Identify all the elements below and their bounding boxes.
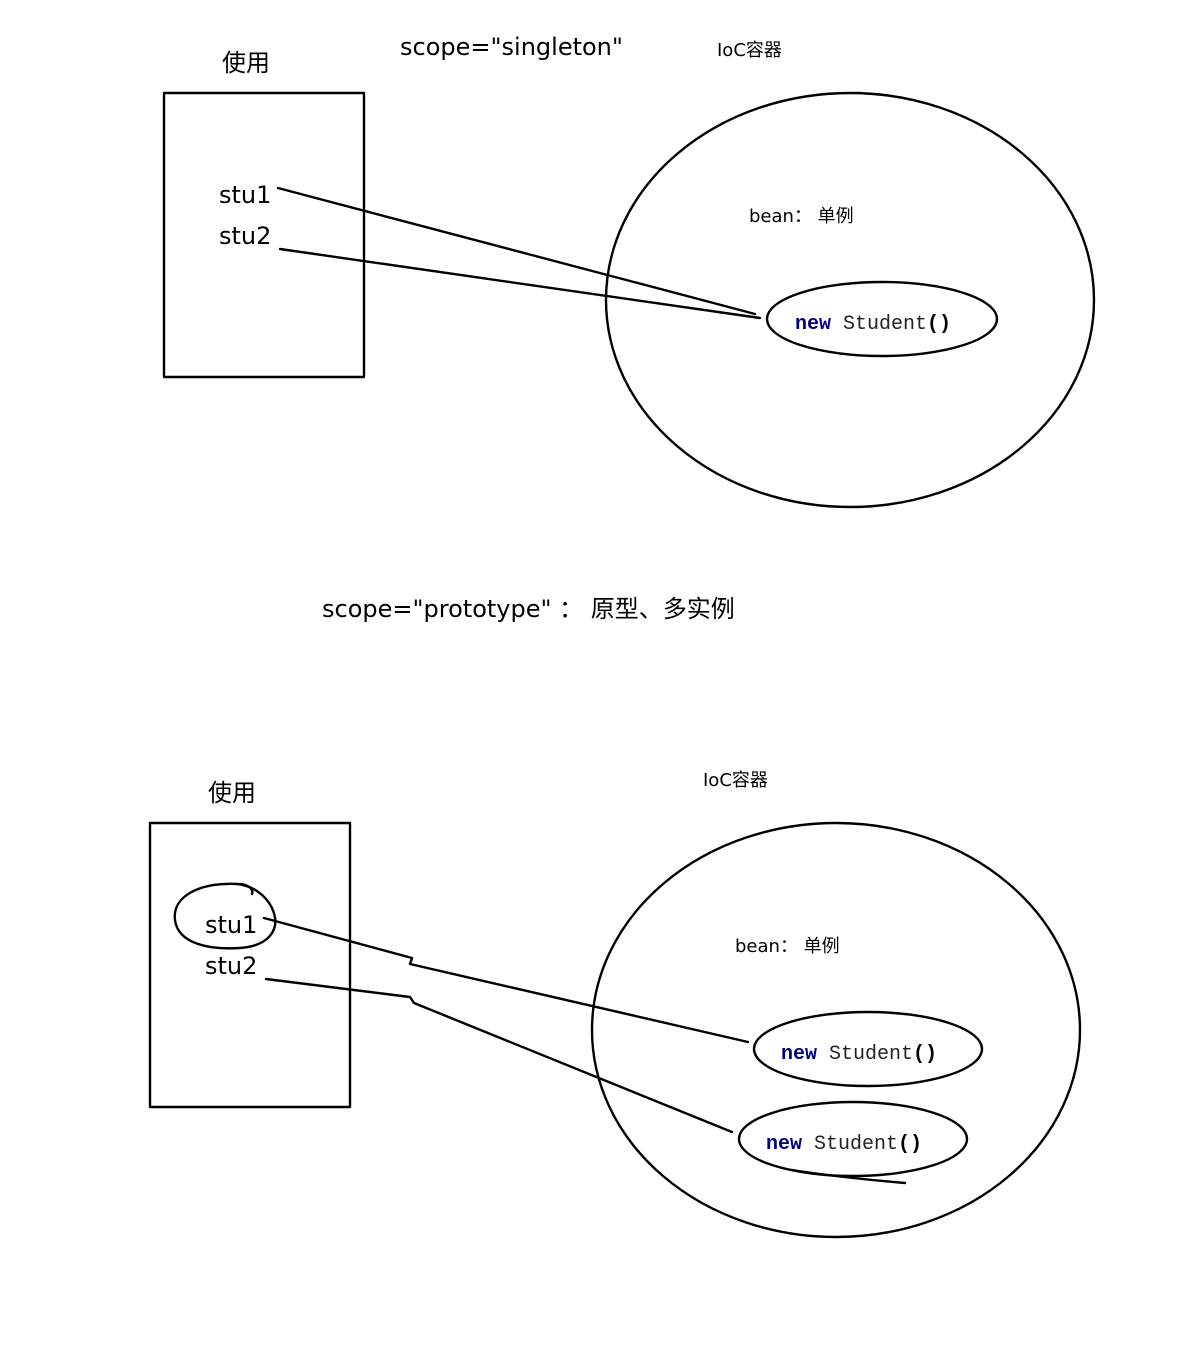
singleton-scope-label: scope="singleton" (400, 33, 623, 61)
prototype-ref-stu2: stu2 (205, 952, 257, 980)
singleton-instance-parens: () (927, 313, 951, 336)
singleton-usage-title: 使用 (222, 49, 270, 77)
singleton-instance-class: Student (843, 313, 927, 336)
prototype-arrow-stu2 (264, 977, 734, 1134)
singleton-ioc-container (604, 91, 1096, 509)
singleton-arrow-stu1 (276, 186, 757, 316)
prototype-section: scope="prototype" ： 原型、多实例 使用 IoC容器 stu1… (148, 595, 1082, 1239)
singleton-ref-stu2: stu2 (219, 222, 271, 250)
prototype-instance-2-parens: () (898, 1133, 922, 1156)
prototype-instance-1-class: Student (829, 1043, 913, 1066)
prototype-instance-1-label: new Student() (781, 1043, 937, 1066)
prototype-instance-2-label: new Student() (766, 1133, 922, 1156)
prototype-instance-2-class: Student (814, 1133, 898, 1156)
prototype-bean-label: bean： 单例 (735, 936, 840, 957)
singleton-container-title: IoC容器 (717, 40, 782, 61)
prototype-instance-1-parens: () (913, 1043, 937, 1066)
prototype-container-title: IoC容器 (703, 770, 768, 791)
singleton-section: scope="singleton" 使用 IoC容器 stu1 stu2 bea… (162, 33, 1096, 509)
prototype-usage-title: 使用 (208, 779, 256, 807)
prototype-instance-2-underline (790, 1168, 907, 1185)
scope-diagram: scope="singleton" 使用 IoC容器 stu1 stu2 bea… (148, 33, 1096, 1239)
prototype-instance-1-keyword: new (781, 1043, 817, 1066)
prototype-instance-2-keyword: new (766, 1133, 802, 1156)
singleton-bean-label: bean： 单例 (749, 206, 854, 227)
singleton-arrow-stu2 (278, 247, 762, 320)
singleton-instance-label: new Student() (795, 313, 951, 336)
singleton-instance-keyword: new (795, 313, 831, 336)
singleton-ref-stu1: stu1 (219, 181, 271, 209)
prototype-scope-label: scope="prototype" ： 原型、多实例 (322, 595, 735, 623)
prototype-ref-stu1: stu1 (205, 911, 257, 939)
prototype-arrow-stu1 (262, 916, 750, 1044)
